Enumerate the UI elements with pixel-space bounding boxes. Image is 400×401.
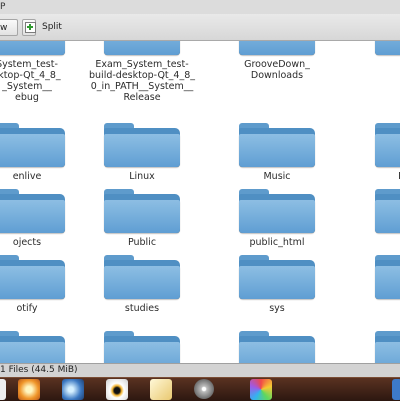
title-bar: P [0, 0, 400, 15]
folder-label: studies [124, 303, 160, 314]
folder-item[interactable]: sys [212, 255, 342, 314]
folder-item[interactable]: Public [77, 189, 207, 248]
folder-item[interactable]: Te [348, 255, 400, 314]
status-text: 1 Files (44.5 MiB) [0, 365, 78, 375]
folder-icon [0, 331, 65, 363]
folder-icon [104, 189, 180, 233]
folder-icon [239, 255, 315, 299]
folder-item[interactable] [212, 331, 342, 363]
color-palette-icon[interactable] [250, 379, 272, 400]
globe-app-icon[interactable] [62, 379, 84, 400]
folder-label: GrooveDown_ Downloads [244, 59, 310, 81]
view-button-label: w [0, 23, 8, 33]
folder-item[interactable] [348, 41, 400, 59]
folder-item[interactable]: Linux [77, 123, 207, 182]
folder-label: Te [348, 303, 400, 314]
folder-label: Public [127, 237, 157, 248]
folder-icon [0, 255, 65, 299]
folder-icon [104, 331, 180, 363]
folder-item[interactable]: GrooveDown_ Downloads [212, 41, 342, 81]
folder-icon [239, 123, 315, 167]
folder-icon [104, 123, 180, 167]
folder-icon [239, 331, 315, 363]
folder-label: sys [269, 303, 285, 314]
add-split-icon [25, 22, 36, 33]
status-bar: 1 Files (44.5 MiB) [0, 363, 400, 377]
folder-label: public_html [249, 237, 305, 248]
folder-icon [0, 123, 65, 167]
split-button-label[interactable]: Split [42, 19, 62, 36]
folder-item[interactable]: public_html [212, 189, 342, 248]
folder-item[interactable] [348, 331, 400, 363]
folder-label: Linux [129, 171, 155, 182]
folder-icon [375, 41, 400, 55]
document-icon[interactable] [0, 379, 6, 400]
window-title: P [0, 2, 6, 12]
folder-icon [239, 41, 315, 55]
folder-item[interactable]: Music [212, 123, 342, 182]
folder-icon [0, 41, 65, 55]
folder-label: re [348, 237, 400, 248]
folder-item[interactable]: studies [77, 255, 207, 314]
toolbar: w Split [0, 14, 400, 41]
folder-icon [239, 189, 315, 233]
disc-icon[interactable] [194, 379, 214, 399]
folder-item[interactable]: Exam_System_test- build-desktop-Qt_4_8_ … [77, 41, 207, 103]
folder-item[interactable]: NFS M [348, 123, 400, 182]
view-button[interactable]: w [0, 19, 18, 36]
folder-icon [0, 189, 65, 233]
file-view[interactable]: System_test- sktop-Qt_4_8_ _System__ ebu… [0, 41, 400, 363]
folder-icon [375, 189, 400, 233]
text-editor-icon[interactable] [150, 379, 172, 400]
folder-icon [104, 41, 180, 55]
app-icon[interactable] [392, 379, 400, 400]
folder-item[interactable]: re [348, 189, 400, 248]
folder-item[interactable] [77, 331, 207, 363]
folder-icon [375, 255, 400, 299]
folder-label: Music [263, 171, 291, 182]
taskbar [0, 377, 400, 401]
folder-label: NFS M [348, 171, 400, 182]
folder-icon [375, 123, 400, 167]
folder-icon [375, 331, 400, 363]
folder-label: Exam_System_test- build-desktop-Qt_4_8_ … [89, 59, 195, 103]
burst-app-icon[interactable] [18, 379, 40, 400]
split-button[interactable] [22, 19, 36, 36]
eye-app-icon[interactable] [106, 379, 128, 400]
folder-icon [104, 255, 180, 299]
